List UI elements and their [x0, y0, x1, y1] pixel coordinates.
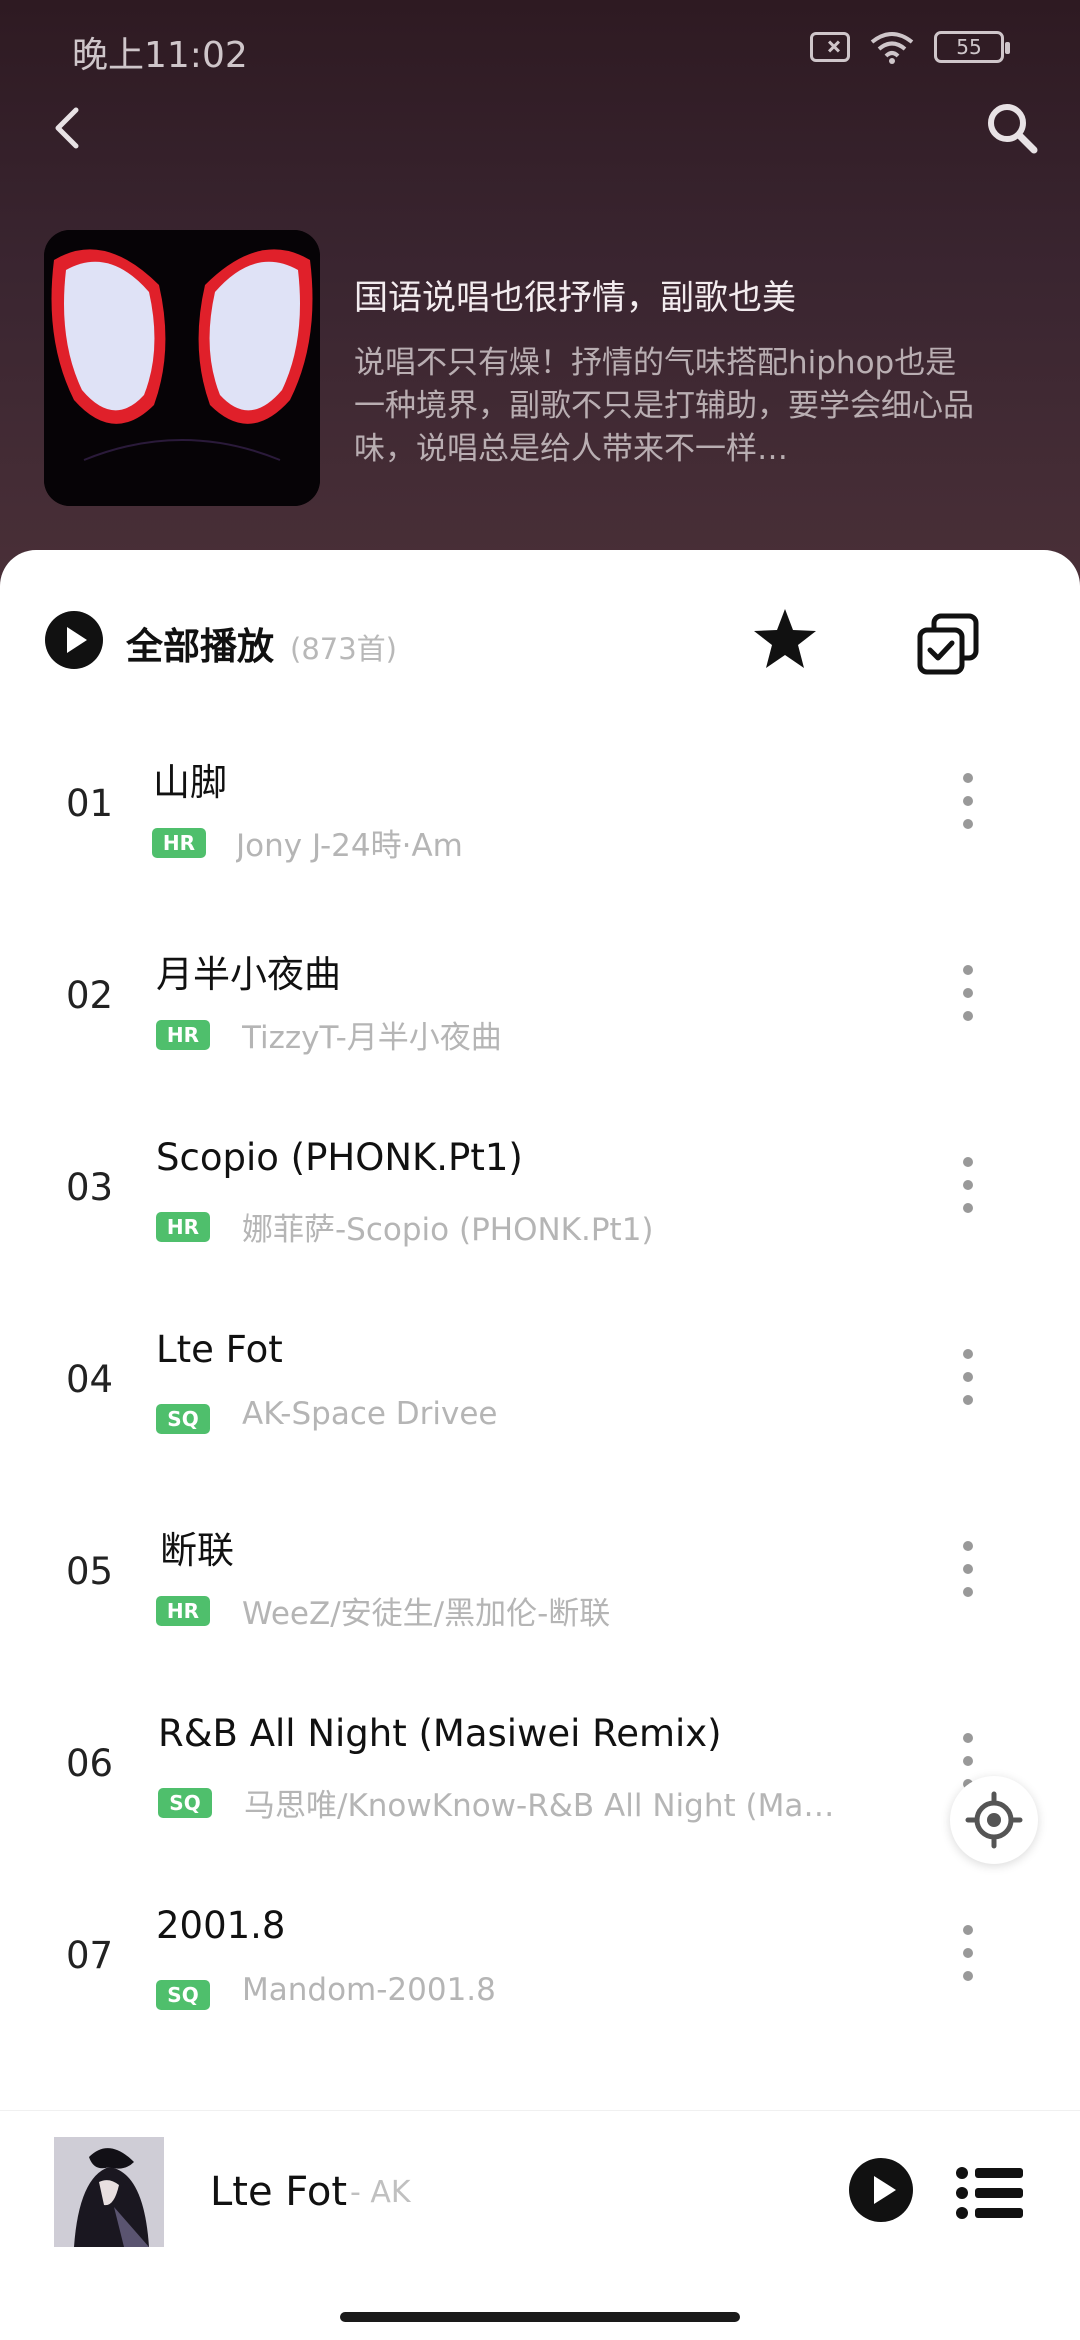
- song-row[interactable]: 01 山脚 HR Jony J-24時·Am: [0, 700, 1080, 892]
- playlist-description[interactable]: 说唱不只有燥！抒情的气味搭配hiphop也是一种境界，副歌不只是打辅助，要学会细…: [354, 342, 974, 471]
- quality-badge: SQ: [158, 1788, 212, 1818]
- song-artist: Jony J-24時·Am: [236, 828, 463, 864]
- quality-badge: SQ: [156, 1404, 210, 1434]
- now-playing-artist: - AK: [350, 2175, 411, 2210]
- playlist-cover[interactable]: [44, 230, 320, 506]
- song-number: 01: [66, 782, 114, 825]
- play-circle-icon[interactable]: [848, 2157, 914, 2223]
- song-number: 03: [66, 1166, 114, 1209]
- multi-select-icon[interactable]: [916, 612, 980, 676]
- song-row[interactable]: 06 R&B All Night (Masiwei Remix) SQ 马思唯/…: [0, 1660, 1080, 1852]
- song-title: R&B All Night (Masiwei Remix): [158, 1712, 722, 1755]
- status-bar: 晚上11:02 55: [0, 0, 1080, 100]
- song-title: 山脚: [153, 761, 227, 804]
- song-row[interactable]: 03 Scopio (PHONK.Pt1) HR 娜菲萨-Scopio (PHO…: [0, 1084, 1080, 1276]
- locate-current-song-button[interactable]: [950, 1776, 1038, 1864]
- spider-mask-image: [44, 230, 320, 506]
- wifi-icon: [870, 32, 914, 64]
- song-title: Lte Fot: [156, 1328, 283, 1371]
- album-art-image: [54, 2137, 164, 2247]
- more-vertical-icon[interactable]: [950, 960, 986, 1026]
- quality-badge: HR: [156, 1020, 210, 1050]
- song-number: 04: [66, 1358, 114, 1401]
- more-vertical-icon[interactable]: [950, 1536, 986, 1602]
- quality-badge: HR: [152, 828, 206, 858]
- song-artist: 娜菲萨-Scopio (PHONK.Pt1): [242, 1212, 654, 1248]
- song-artist: Mandom-2001.8: [242, 1972, 496, 2008]
- play-circle-icon[interactable]: [44, 610, 104, 670]
- no-sim-icon: [810, 32, 850, 62]
- song-number: 05: [66, 1550, 114, 1593]
- status-time: 晚上11:02: [72, 35, 248, 76]
- now-playing-title: Lte Fot: [210, 2169, 348, 2215]
- status-icons: 55: [810, 30, 1010, 64]
- song-title: 2001.8: [156, 1904, 286, 1947]
- song-artist: 马思唯/KnowKnow-R&B All Night (Ma…: [244, 1788, 835, 1824]
- song-number: 02: [66, 974, 114, 1017]
- locate-icon: [965, 1791, 1023, 1849]
- mini-player[interactable]: Lte Fot - AK: [0, 2110, 1080, 2260]
- song-title: Scopio (PHONK.Pt1): [156, 1136, 523, 1179]
- song-row[interactable]: 07 2001.8 SQ Mandom-2001.8: [0, 1852, 1080, 2044]
- more-vertical-icon[interactable]: [950, 768, 986, 834]
- home-indicator[interactable]: [340, 2312, 740, 2322]
- song-row[interactable]: 05 断联 HR WeeZ/安徒生/黑加伦-断联: [0, 1468, 1080, 1660]
- queue-list-icon[interactable]: [955, 2165, 1025, 2221]
- battery-icon: 55: [934, 31, 1010, 63]
- song-number: 07: [66, 1934, 114, 1977]
- more-vertical-icon[interactable]: [950, 1920, 986, 1986]
- playlist-title: 国语说唱也很抒情，副歌也美: [354, 278, 796, 318]
- song-title: 月半小夜曲: [156, 953, 341, 996]
- more-vertical-icon[interactable]: [950, 1152, 986, 1218]
- song-number: 06: [66, 1742, 114, 1785]
- now-playing-cover[interactable]: [54, 2137, 164, 2247]
- song-row[interactable]: 04 Lte Fot SQ AK-Space Drivee: [0, 1276, 1080, 1468]
- search-icon[interactable]: [980, 96, 1044, 160]
- quality-badge: HR: [156, 1596, 210, 1626]
- song-artist: TizzyT-月半小夜曲: [242, 1020, 502, 1056]
- song-count: (873首): [290, 632, 397, 666]
- more-vertical-icon[interactable]: [950, 1344, 986, 1410]
- play-all-button[interactable]: 全部播放: [126, 616, 274, 670]
- back-arrow-icon[interactable]: [40, 100, 96, 156]
- quality-badge: HR: [156, 1212, 210, 1242]
- song-title: 断联: [160, 1529, 234, 1572]
- song-artist: AK-Space Drivee: [242, 1396, 498, 1432]
- star-icon[interactable]: [752, 606, 818, 672]
- quality-badge: SQ: [156, 1980, 210, 2010]
- song-row[interactable]: 02 月半小夜曲 HR TizzyT-月半小夜曲: [0, 892, 1080, 1084]
- song-artist: WeeZ/安徒生/黑加伦-断联: [242, 1596, 611, 1632]
